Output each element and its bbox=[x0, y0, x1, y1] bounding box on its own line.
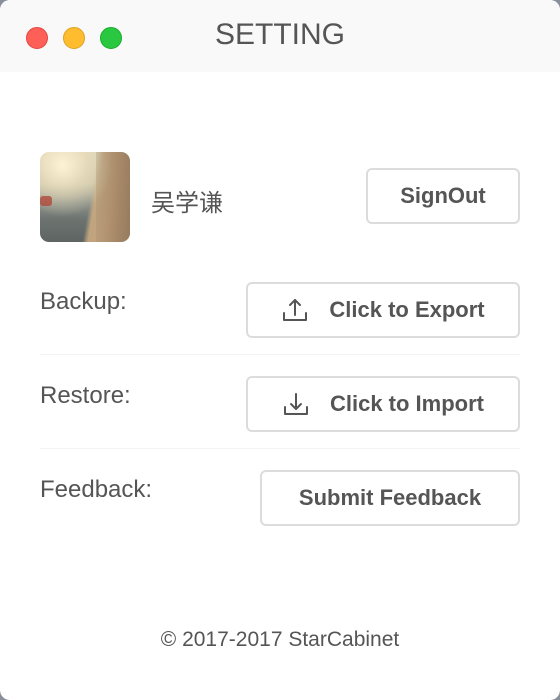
export-button[interactable]: Click to Export bbox=[246, 282, 520, 338]
divider bbox=[40, 354, 520, 355]
username: 吴学谦 bbox=[151, 190, 223, 217]
restore-label: Restore: bbox=[40, 382, 131, 409]
copyright-footer: © 2017-2017 StarCabinet bbox=[160, 628, 400, 651]
import-button[interactable]: Click to Import bbox=[246, 376, 520, 432]
avatar-image-detail bbox=[96, 152, 130, 242]
download-icon bbox=[282, 390, 310, 418]
import-button-label: Click to Import bbox=[329, 391, 484, 416]
submit-feedback-button-label: Submit Feedback bbox=[298, 485, 482, 510]
avatar bbox=[40, 152, 130, 242]
window-title: SETTING bbox=[214, 18, 345, 51]
divider bbox=[40, 448, 520, 449]
backup-label: Backup: bbox=[40, 288, 127, 315]
feedback-label: Feedback: bbox=[40, 476, 153, 503]
signout-button-label: SignOut bbox=[400, 183, 486, 208]
export-button-label: Click to Export bbox=[329, 297, 485, 322]
submit-feedback-button[interactable]: Submit Feedback bbox=[260, 470, 520, 526]
signout-button[interactable]: SignOut bbox=[366, 168, 520, 224]
settings-window: SETTING 吴学谦 SignOut Backup: Click to Exp… bbox=[0, 0, 560, 700]
title-bar[interactable]: SETTING bbox=[0, 0, 560, 72]
avatar-image-detail bbox=[40, 196, 52, 206]
upload-icon bbox=[281, 296, 309, 324]
